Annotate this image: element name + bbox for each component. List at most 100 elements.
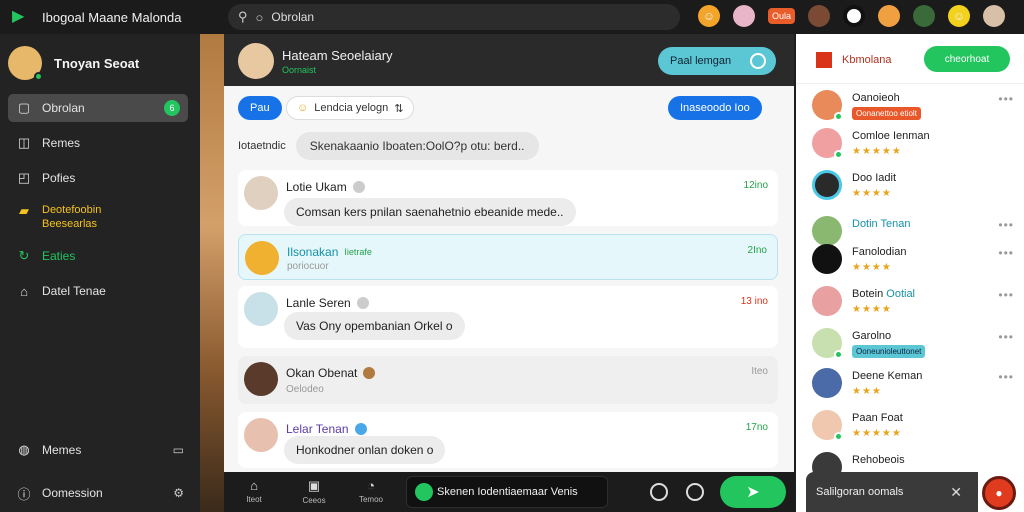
contacts-action-button[interactable]: cheorhoat — [924, 46, 1010, 72]
online-indicator — [834, 432, 843, 441]
nav-calendar[interactable]: ▣ Ceeos — [294, 478, 334, 505]
message-item[interactable]: Lelar Tenan 17no Honkodner onlan doken o — [238, 412, 778, 468]
search-icon-secondary: ○ — [255, 9, 264, 25]
contact-item[interactable]: Paan Foat ★★★★★ — [810, 406, 1016, 446]
system-bubble: Skenakaanio Iboaten:OolO?p otu: berd.. — [295, 132, 539, 160]
sidebar-item-oomession[interactable]: ⓘ Oomession ⚙ — [8, 479, 188, 507]
sidebar-item-datel[interactable]: ⌂ Datel Tenae — [8, 277, 188, 305]
message-time: 2Ino — [747, 245, 767, 256]
online-indicator — [834, 112, 843, 121]
contact-name: Fanolodian — [852, 246, 907, 258]
chat-subtitle: Oornaist — [282, 65, 317, 75]
chat-title: Hateam Seoelaiary — [282, 48, 393, 63]
notification-badge[interactable]: Oula — [768, 8, 796, 24]
top-bar: ▶ Ibogoal Maane Malonda ⚲ ○ ☺ Oula ☺ — [0, 0, 1024, 34]
contact-item[interactable]: Comloe Ienman ★★★★★ — [810, 124, 1016, 164]
sort-icon: ⇅ — [394, 102, 404, 115]
contact-item[interactable]: Botein Ootial ★★★★ ••• — [810, 282, 1016, 322]
message-item[interactable]: Okan Obenat Iteo Oelodeo — [238, 356, 778, 404]
avatar[interactable] — [808, 5, 831, 27]
nav-timer[interactable]: ◔ Temoo — [351, 478, 391, 504]
avatar — [812, 170, 842, 200]
record-icon[interactable] — [843, 5, 866, 27]
sidebar-item-eaties[interactable]: ↻ Eaties — [8, 242, 188, 270]
sidebar-item-label: Oomession — [42, 486, 103, 500]
avatar[interactable] — [878, 5, 901, 27]
sidebar-item-label: Deotefoobin Beesearlas — [42, 204, 102, 230]
message-item[interactable]: Lotie Ukam 12ino Comsan kers pnilan saen… — [238, 170, 778, 226]
avatar — [8, 46, 43, 81]
contact-name: Dotin Tenan — [852, 218, 911, 230]
home-icon: ⌂ — [250, 478, 258, 493]
avatar — [244, 292, 278, 326]
send-button[interactable]: ➤ — [720, 476, 786, 508]
search-input[interactable] — [271, 10, 632, 24]
message-bubble: Comsan kers pnilan saenahetnio ebeanide … — [284, 198, 576, 226]
sidebar-item-chats[interactable]: ▢ Obrolan 6 — [8, 94, 188, 122]
contact-rating: ★★★★ — [852, 262, 892, 273]
unread-count-badge: 6 — [164, 100, 180, 116]
user-name: Tnoyan Seoat — [54, 55, 140, 71]
contact-item[interactable]: Deene Keman ★★★ ••• — [810, 364, 1016, 404]
sidebar-item-label: Obrolan — [42, 101, 85, 115]
avatar[interactable] — [983, 5, 1006, 27]
contact-name: Oanoieoh — [852, 92, 900, 104]
avatar — [812, 90, 843, 121]
suggestion-label: Salilgoran oomals — [816, 486, 904, 498]
avatar — [812, 410, 843, 441]
chat-header-button[interactable]: Paal lemgan — [658, 47, 776, 75]
filter-chip[interactable]: Inaseoodo Ioo — [668, 96, 762, 120]
more-icon[interactable]: ••• — [998, 288, 1014, 302]
avatar — [812, 328, 843, 359]
contact-item[interactable]: Garolno Ooneunioleuttonet ••• — [810, 324, 1016, 364]
more-icon[interactable]: ••• — [998, 370, 1014, 384]
nav-home[interactable]: ⌂ Iteot — [234, 478, 274, 504]
avatar — [244, 362, 278, 396]
user-profile[interactable]: Tnoyan Seoat — [8, 46, 140, 81]
contact-item[interactable]: Oanoieoh Oonanettoo etiolt ••• — [810, 86, 1016, 126]
search-box[interactable]: ⚲ ○ — [228, 4, 680, 30]
nav-label: Temoo — [358, 495, 383, 504]
settings-icon[interactable]: ⚙ — [173, 486, 184, 500]
voice-status[interactable]: Skenen Iodentiaemaar Venis — [406, 476, 608, 508]
suggestion-bar[interactable]: Salilgoran oomals ✕ — [806, 472, 978, 512]
sidebar-item-profiles[interactable]: ◰ Pofies — [8, 164, 188, 192]
message-bubble: Vas Ony opembanian Orkel o — [284, 312, 465, 340]
sidebar-item-memes[interactable]: ◍ Memes ▭ — [8, 436, 188, 464]
filter-chip[interactable]: ☺ Lendcia yelogn ⇅ — [286, 96, 415, 120]
emoji-icon[interactable]: ☺ — [948, 5, 971, 27]
filter-chip[interactable]: Pau — [238, 96, 282, 120]
avatar[interactable] — [733, 5, 755, 27]
refresh-icon: ↻ — [18, 248, 30, 263]
avatar[interactable] — [913, 5, 936, 27]
brand-logo-icon — [816, 52, 832, 68]
close-icon[interactable]: ✕ — [950, 484, 962, 501]
contact-item[interactable]: Fanolodian ★★★★ ••• — [810, 240, 1016, 280]
emoji-icon[interactable]: ☺ — [698, 5, 720, 27]
sidebar-item-remes[interactable]: ◫ Remes — [8, 129, 188, 157]
avatar[interactable] — [238, 43, 274, 79]
more-icon[interactable]: ••• — [998, 218, 1014, 232]
sidebar-item-label: Eaties — [42, 249, 76, 263]
message-item[interactable]: Lanle Seren 13 ino Vas Ony opembanian Or… — [238, 286, 778, 348]
mic-icon — [415, 483, 433, 501]
contact-item[interactable]: Doo Iadit ★★★★ — [810, 166, 1016, 206]
more-icon[interactable]: ••• — [998, 92, 1014, 106]
contact-rating: ★★★★ — [852, 188, 892, 199]
sidebar: Tnoyan Seoat ▢ Obrolan 6 ◫ Remes ◰ Pofie… — [0, 34, 200, 512]
sidebar-item-folder[interactable]: ▰ Deotefoobin Beesearlas — [8, 199, 188, 235]
message-item[interactable]: Ilsonakan Iietrafe 2Ino poriocuor — [238, 234, 778, 280]
record-button[interactable]: ● — [982, 476, 1016, 510]
attach-icon[interactable] — [650, 483, 668, 501]
more-icon[interactable]: ••• — [998, 330, 1014, 344]
message-time: 12ino — [743, 180, 768, 191]
more-icon[interactable]: ••• — [998, 246, 1014, 260]
toggle-icon[interactable]: ▭ — [173, 443, 184, 457]
voice-status-label: Skenen Iodentiaemaar Venis — [437, 486, 578, 498]
avatar — [812, 286, 842, 316]
avatar — [244, 418, 278, 452]
emoji-icon[interactable] — [686, 483, 704, 501]
app-title: Ibogoal Maane Malonda — [42, 9, 182, 25]
send-icon: ➤ — [746, 484, 760, 501]
house-icon: ⌂ — [20, 283, 28, 299]
